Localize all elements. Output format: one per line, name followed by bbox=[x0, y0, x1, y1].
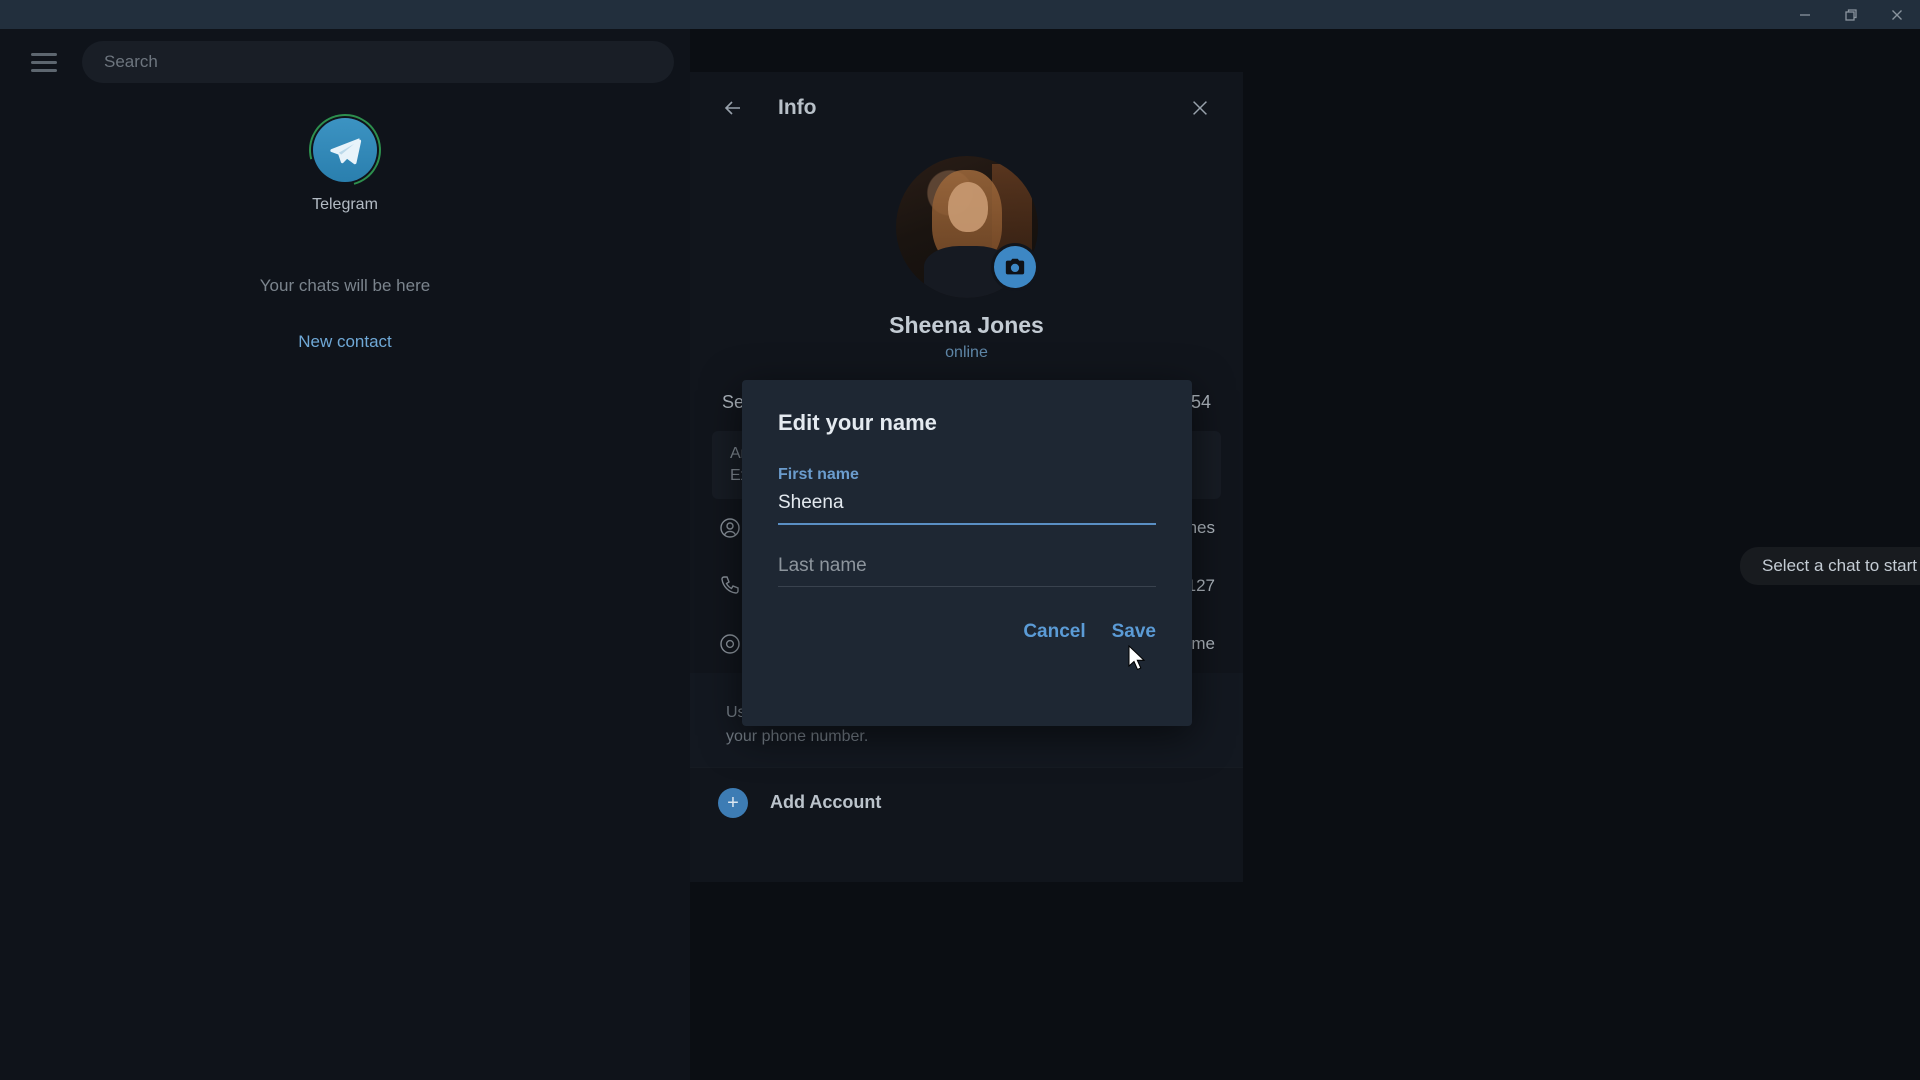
camera-icon[interactable] bbox=[993, 246, 1036, 288]
avatar[interactable] bbox=[895, 156, 1038, 298]
new-contact-link[interactable]: New contact bbox=[0, 332, 690, 352]
add-account-button[interactable]: + Add Account bbox=[690, 767, 1243, 837]
empty-chats-text: Your chats will be here bbox=[259, 276, 431, 295]
telegram-logo-label: Telegram bbox=[312, 196, 378, 213]
select-chat-placeholder: Select a chat to start messaging bbox=[1740, 547, 1920, 585]
first-name-underline bbox=[778, 523, 1156, 525]
restore-icon[interactable] bbox=[1828, 0, 1874, 29]
last-name-placeholder[interactable]: Last name bbox=[778, 555, 1156, 577]
first-name-input[interactable]: Sheena bbox=[778, 492, 1156, 518]
sidebar-empty-state: Telegram Your chats will be here New con… bbox=[0, 100, 690, 352]
minimize-icon[interactable] bbox=[1782, 0, 1828, 29]
left-sidebar: Search Telegram Your chats will be here … bbox=[0, 29, 690, 1080]
info-panel-header: Info bbox=[690, 72, 1243, 144]
back-arrow-icon[interactable] bbox=[712, 87, 754, 129]
sidebar-header: Search bbox=[0, 29, 690, 95]
dialog-title: Edit your name bbox=[778, 410, 937, 435]
set-profile-photo-value: 54 bbox=[1190, 392, 1211, 412]
dialog-actions: Cancel Save bbox=[742, 587, 1192, 643]
telegram-desktop-window: Select a chat to start messaging Search … bbox=[0, 0, 1920, 1080]
first-name-field-group: First name Sheena bbox=[742, 466, 1192, 525]
last-name-field-group: Last name bbox=[742, 555, 1192, 587]
mouse-cursor bbox=[1128, 644, 1148, 673]
plus-icon: + bbox=[718, 787, 748, 818]
info-panel-title: Info bbox=[778, 96, 817, 119]
hamburger-menu-icon[interactable] bbox=[22, 40, 66, 84]
close-icon[interactable] bbox=[1874, 0, 1920, 29]
edit-name-dialog: Edit your name First name Sheena Last na… bbox=[742, 380, 1192, 726]
profile-status: online bbox=[945, 344, 988, 361]
telegram-logo bbox=[295, 100, 395, 200]
telegram-plane-icon bbox=[313, 118, 377, 182]
first-name-label: First name bbox=[778, 466, 859, 483]
search-input[interactable]: Search bbox=[82, 41, 674, 83]
window-title-bar bbox=[0, 0, 1920, 29]
profile-name: Sheena Jones bbox=[889, 312, 1044, 338]
cancel-button[interactable]: Cancel bbox=[1023, 621, 1085, 643]
close-icon[interactable] bbox=[1179, 87, 1221, 129]
save-button[interactable]: Save bbox=[1112, 621, 1156, 643]
search-placeholder: Search bbox=[104, 52, 158, 71]
add-account-label: Add Account bbox=[770, 792, 882, 812]
